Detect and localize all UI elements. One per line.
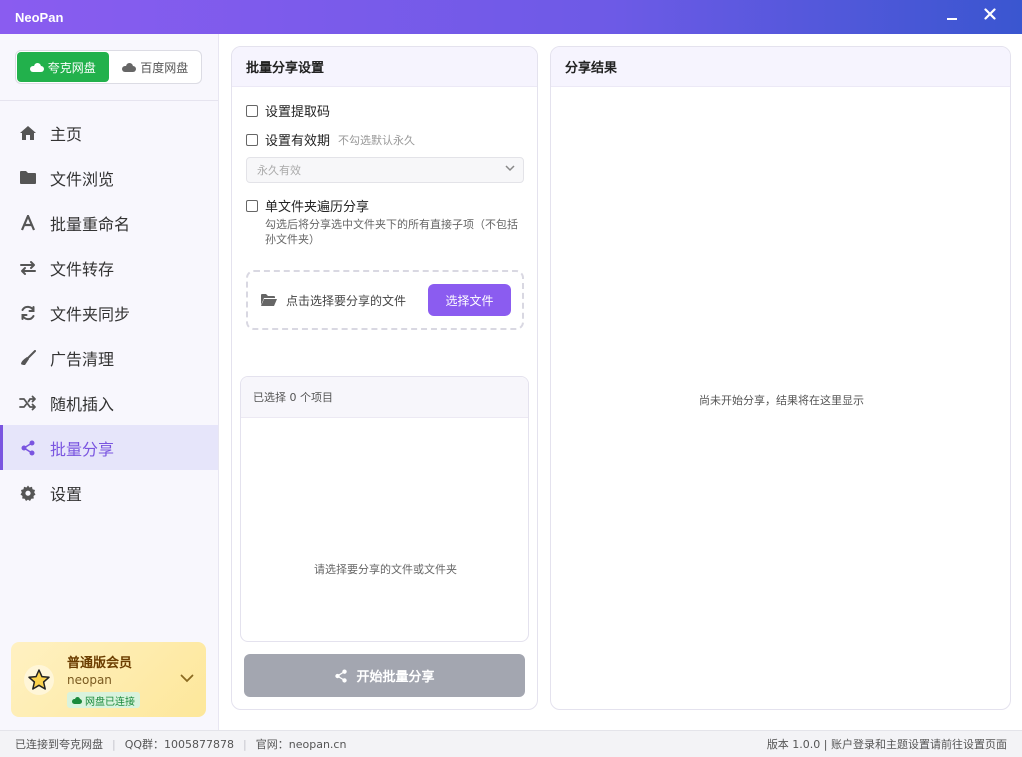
member-title: 普通版会员: [67, 656, 133, 671]
sidebar-item-random-insert[interactable]: 随机插入: [0, 380, 218, 425]
file-dropzone[interactable]: 点击选择要分享的文件 选择文件: [246, 270, 524, 330]
status-bar: 已连接到夸克网盘 | QQ群：1005877878 | 官网：neopan.cn…: [0, 730, 1022, 757]
minimize-button[interactable]: [935, 0, 969, 28]
minimize-icon: [947, 18, 957, 20]
cloud-icon: [29, 62, 44, 72]
app-title: NeoPan: [15, 9, 64, 25]
folder-icon: [18, 168, 38, 188]
set-expiry-label: 设置有效期: [265, 134, 331, 149]
chevron-down-icon[interactable]: [179, 670, 195, 686]
sidebar-item-file-transfer[interactable]: 文件转存: [0, 245, 218, 290]
font-icon: [18, 213, 38, 233]
status-left: 已连接到夸克网盘 | QQ群：1005877878 | 官网：neopan.cn: [15, 736, 346, 752]
folder-open-icon: [261, 294, 277, 306]
selected-count: 已选择 0 个项目: [241, 377, 528, 418]
share-icon: [335, 668, 348, 683]
sidebar-item-batch-share[interactable]: 批量分享: [0, 425, 218, 470]
set-expiry-row: 设置有效期 不勾选默认永久: [246, 130, 415, 149]
share-settings-title: 批量分享设置: [232, 47, 537, 87]
cloud-icon: [72, 696, 82, 704]
share-icon: [18, 438, 38, 458]
connection-badge-label: 网盘已连接: [85, 696, 135, 708]
traverse-row: 单文件夹遍历分享: [246, 196, 369, 215]
baidu-disk-label: 百度网盘: [140, 60, 189, 75]
star-icon: [24, 665, 54, 695]
sidebar: 夸克网盘 百度网盘 主页 文件浏览 批量重命名 文件转存 文件夹同步 广告清理 …: [0, 34, 219, 730]
member-username: neopan: [67, 673, 112, 687]
connection-badge: 网盘已连接: [67, 692, 140, 708]
sidebar-item-label: 文件浏览: [50, 169, 115, 189]
expiry-select[interactable]: 永久有效: [246, 157, 524, 183]
set-code-checkbox[interactable]: [246, 104, 258, 117]
sidebar-item-label: 文件夹同步: [50, 304, 131, 324]
version-info: 版本 1.0.0 | 账户登录和主题设置请前往设置页面: [766, 738, 1007, 751]
cloud-icon: [122, 62, 137, 72]
set-expiry-checkbox[interactable]: [246, 133, 258, 146]
selected-items-box: 已选择 0 个项目 请选择要分享的文件或文件夹: [240, 376, 529, 642]
start-share-label: 开始批量分享: [356, 670, 435, 685]
share-result-title: 分享结果: [551, 47, 1010, 87]
chevron-down-icon: [505, 164, 515, 175]
choose-file-button[interactable]: 选择文件: [428, 284, 511, 316]
sidebar-item-label: 设置: [50, 484, 83, 504]
sidebar-item-label: 批量分享: [50, 439, 115, 459]
sync-icon: [18, 303, 38, 323]
dropzone-text: 点击选择要分享的文件: [286, 293, 407, 308]
start-share-button[interactable]: 开始批量分享: [244, 654, 525, 697]
close-icon: [984, 8, 996, 20]
sidebar-item-batch-rename[interactable]: 批量重命名: [0, 200, 218, 245]
status-divider: |: [112, 737, 116, 751]
website-link[interactable]: 官网：neopan.cn: [256, 736, 347, 752]
shuffle-icon: [18, 393, 38, 413]
exchange-icon: [18, 258, 38, 278]
quark-disk-label: 夸克网盘: [47, 60, 96, 75]
baidu-disk-button[interactable]: 百度网盘: [110, 51, 202, 83]
close-button[interactable]: [973, 0, 1007, 28]
sidebar-nav: 主页 文件浏览 批量重命名 文件转存 文件夹同步 广告清理 随机插入 批量分享 …: [0, 110, 218, 515]
qq-group: QQ群：1005877878: [124, 738, 235, 751]
title-bar: NeoPan: [0, 0, 1022, 34]
member-card[interactable]: 普通版会员 neopan 网盘已连接: [11, 642, 206, 717]
home-icon: [18, 123, 38, 143]
set-code-row: 设置提取码: [246, 101, 330, 120]
sidebar-item-label: 文件转存: [50, 259, 115, 279]
selected-empty-text: 请选择要分享的文件或文件夹: [314, 563, 457, 576]
sidebar-item-label: 批量重命名: [50, 214, 131, 234]
broom-icon: [18, 348, 38, 368]
expiry-hint: 不勾选默认永久: [338, 133, 416, 147]
sidebar-item-file-browse[interactable]: 文件浏览: [0, 155, 218, 200]
traverse-description: 勾选后将分享选中文件夹下的所有直接子项（不包括孙文件夹）: [265, 218, 518, 246]
sidebar-item-home[interactable]: 主页: [0, 110, 218, 155]
traverse-label: 单文件夹遍历分享: [265, 200, 370, 215]
sidebar-divider: [0, 100, 218, 101]
sidebar-item-label: 主页: [50, 124, 83, 144]
sidebar-item-label: 随机插入: [50, 394, 115, 414]
sidebar-item-label: 广告清理: [50, 349, 115, 369]
quark-disk-button[interactable]: 夸克网盘: [17, 52, 109, 82]
gear-icon: [18, 483, 38, 503]
expiry-select-value: 永久有效: [257, 164, 301, 177]
sidebar-item-folder-sync[interactable]: 文件夹同步: [0, 290, 218, 335]
result-empty-text: 尚未开始分享，结果将在这里显示: [699, 394, 864, 407]
connection-status: 已连接到夸克网盘: [15, 738, 103, 751]
sidebar-item-ad-cleanup[interactable]: 广告清理: [0, 335, 218, 380]
sidebar-item-settings[interactable]: 设置: [0, 470, 218, 515]
disk-switch: 夸克网盘 百度网盘: [15, 50, 202, 84]
set-code-label: 设置提取码: [265, 105, 331, 120]
traverse-checkbox[interactable]: [246, 199, 258, 212]
share-result-panel: 分享结果 尚未开始分享，结果将在这里显示: [550, 46, 1011, 710]
share-settings-panel: 批量分享设置 设置提取码 设置有效期 不勾选默认永久 永久有效 单文件夹遍历分享…: [231, 46, 538, 710]
status-divider: |: [243, 737, 247, 751]
